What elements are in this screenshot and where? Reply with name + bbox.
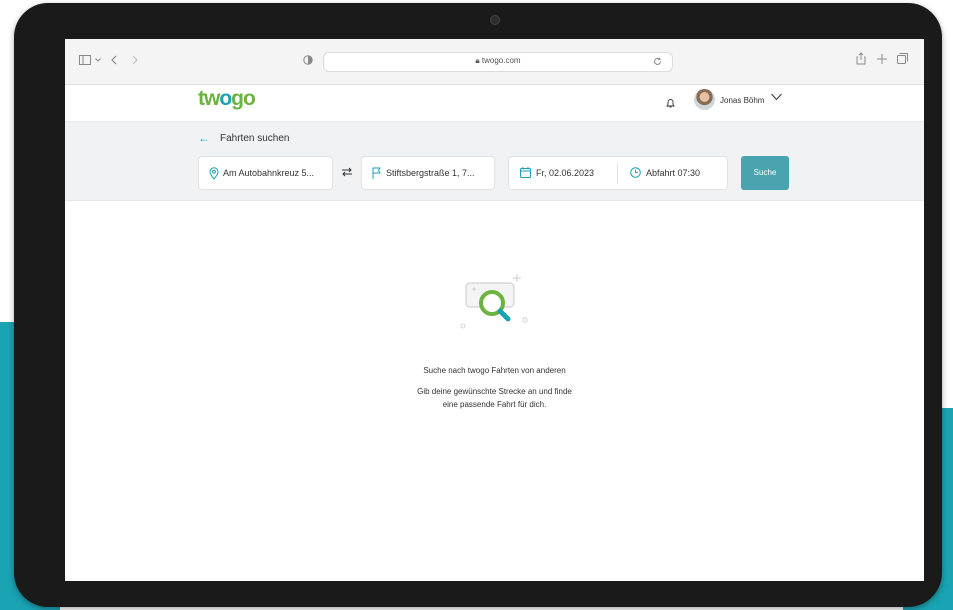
share-icon[interactable] bbox=[856, 52, 866, 65]
page-title: Fahrten suchen bbox=[220, 133, 290, 144]
location-pin-icon bbox=[209, 167, 219, 180]
user-name[interactable]: Jonas Böhm bbox=[720, 96, 764, 105]
flag-icon bbox=[372, 167, 381, 179]
empty-state-text-line1: Gib deine gewünschte Strecke an und find… bbox=[417, 387, 572, 396]
tablet-frame: 🔒︎ twogo.com twogo Jonas Böhm ← Fahrten … bbox=[14, 3, 942, 607]
divider bbox=[617, 164, 618, 184]
from-value: Am Autobahnkreuz 5... bbox=[223, 168, 315, 178]
calendar-icon bbox=[520, 167, 531, 178]
search-illustration-icon bbox=[460, 274, 528, 329]
new-tab-icon[interactable] bbox=[877, 54, 887, 64]
reload-icon[interactable] bbox=[653, 57, 662, 66]
chevron-down-icon[interactable] bbox=[95, 58, 101, 62]
search-button[interactable]: Suche bbox=[741, 156, 789, 190]
tabs-overview-icon[interactable] bbox=[897, 53, 908, 64]
from-field[interactable]: Am Autobahnkreuz 5... bbox=[198, 156, 333, 190]
back-nav-icon[interactable] bbox=[111, 55, 117, 65]
to-field[interactable]: Stiftsbergstraße 1, 7... bbox=[361, 156, 495, 190]
sidebar-icon[interactable] bbox=[79, 55, 91, 65]
time-value[interactable]: Abfahrt 07:30 bbox=[646, 168, 700, 178]
address-bar[interactable]: 🔒︎ twogo.com bbox=[323, 52, 673, 72]
to-value: Stiftsbergstraße 1, 7... bbox=[386, 168, 475, 178]
swap-icon[interactable] bbox=[341, 166, 353, 178]
screen: 🔒︎ twogo.com twogo Jonas Böhm ← Fahrten … bbox=[65, 39, 924, 581]
bell-icon[interactable] bbox=[666, 98, 675, 108]
app-header: twogo Jonas Böhm bbox=[65, 85, 924, 122]
privacy-shield-icon[interactable] bbox=[303, 55, 313, 65]
camera-icon bbox=[490, 15, 500, 25]
empty-state-text-line2: eine passende Fahrt für dich. bbox=[442, 400, 547, 409]
address-bar-text: 🔒︎ twogo.com bbox=[324, 56, 672, 66]
date-time-field[interactable]: Fr, 02.06.2023 Abfahrt 07:30 bbox=[508, 156, 728, 190]
browser-toolbar: 🔒︎ twogo.com bbox=[65, 39, 924, 85]
search-panel: ← Fahrten suchen Am Autobahnkreuz 5... S… bbox=[65, 122, 924, 201]
date-value[interactable]: Fr, 02.06.2023 bbox=[536, 168, 594, 178]
forward-nav-icon[interactable] bbox=[132, 55, 138, 65]
empty-state-headline: Suche nach twogo Fahrten von anderen bbox=[423, 366, 566, 375]
twogo-logo[interactable]: twogo bbox=[198, 87, 256, 111]
back-arrow-icon[interactable]: ← bbox=[198, 131, 210, 145]
clock-icon bbox=[630, 167, 641, 178]
chevron-down-icon[interactable] bbox=[771, 93, 782, 101]
avatar[interactable] bbox=[694, 89, 715, 110]
url-text: twogo.com bbox=[481, 56, 521, 65]
